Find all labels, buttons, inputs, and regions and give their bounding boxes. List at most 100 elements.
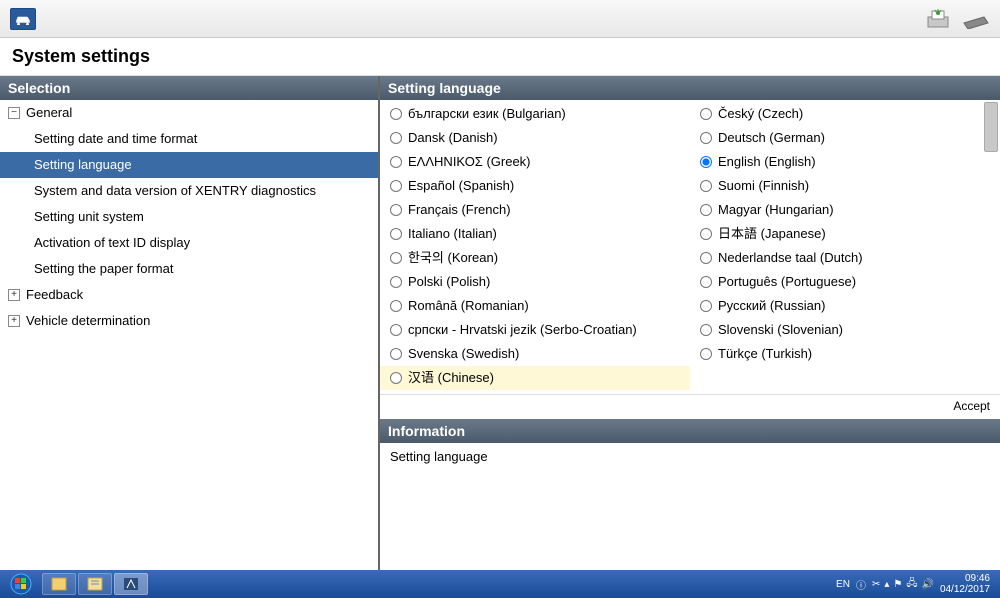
language-radio[interactable]: [390, 372, 402, 384]
language-option[interactable]: Italiano (Italian): [380, 222, 690, 246]
tree-item[interactable]: −General: [0, 100, 378, 126]
language-option[interactable]: Nederlandse taal (Dutch): [690, 246, 1000, 270]
language-radio[interactable]: [390, 252, 402, 264]
language-radio[interactable]: [390, 204, 402, 216]
language-radio[interactable]: [390, 300, 402, 312]
volume-icon[interactable]: 🔊: [921, 579, 933, 590]
tree-item[interactable]: Setting unit system: [0, 204, 378, 230]
network-icon[interactable]: 🖧: [906, 576, 917, 593]
language-area: български език (Bulgarian) Český (Czech) D…: [380, 100, 1000, 394]
expand-icon[interactable]: +: [8, 315, 20, 327]
task-app-3[interactable]: [114, 573, 148, 595]
language-option[interactable]: 日本語 (Japanese): [690, 222, 1000, 246]
language-label: English (English): [718, 153, 816, 171]
scrollbar[interactable]: [984, 102, 998, 152]
language-radio[interactable]: [700, 276, 712, 288]
language-option[interactable]: Русский (Russian): [690, 294, 1000, 318]
language-radio[interactable]: [700, 132, 712, 144]
language-option[interactable]: Slovenski (Slovenian): [690, 318, 1000, 342]
language-radio[interactable]: [390, 180, 402, 192]
tree: −General Setting date and time format Sett…: [0, 100, 378, 570]
tree-item[interactable]: Activation of text ID display: [0, 230, 378, 256]
language-label: ΕΛΛΗΝΙΚΟΣ (Greek): [408, 153, 531, 171]
language-label: български език (Bulgarian): [408, 105, 566, 123]
language-radio[interactable]: [700, 300, 712, 312]
language-label: Český (Czech): [718, 105, 803, 123]
language-radio[interactable]: [700, 156, 712, 168]
language-radio[interactable]: [390, 348, 402, 360]
language-label: Dansk (Danish): [408, 129, 498, 147]
language-label: Deutsch (German): [718, 129, 825, 147]
language-radio[interactable]: [700, 252, 712, 264]
clock[interactable]: 09:46 04/12/2017: [940, 573, 990, 595]
car-icon[interactable]: [10, 8, 36, 30]
language-option[interactable]: Français (French): [380, 198, 690, 222]
left-panel: Selection −General Setting date and time …: [0, 76, 380, 570]
language-grid: български език (Bulgarian) Český (Czech) D…: [380, 100, 1000, 392]
language-radio[interactable]: [390, 228, 402, 240]
language-option[interactable]: ΕΛΛΗΝΙΚΟΣ (Greek): [380, 150, 690, 174]
tree-item[interactable]: +Vehicle determination: [0, 308, 378, 334]
lang-indicator[interactable]: EN: [836, 579, 850, 590]
tree-item[interactable]: System and data version of XENTRY diagno…: [0, 178, 378, 204]
start-button[interactable]: [4, 572, 38, 596]
language-label: Magyar (Hungarian): [718, 201, 834, 219]
accept-button[interactable]: Accept: [953, 399, 990, 413]
tool-icon[interactable]: ✂: [872, 579, 880, 590]
language-option[interactable]: Suomi (Finnish): [690, 174, 1000, 198]
language-option[interactable]: 汉语 (Chinese): [380, 366, 690, 390]
language-option[interactable]: Polski (Polish): [380, 270, 690, 294]
language-option[interactable]: Deutsch (German): [690, 126, 1000, 150]
language-option[interactable]: српски - Hrvatski jezik (Serbo-Croatian): [380, 318, 690, 342]
language-option[interactable]: Český (Czech): [690, 102, 1000, 126]
tree-item-label: Setting date and time format: [34, 130, 197, 148]
language-option[interactable]: Português (Portuguese): [690, 270, 1000, 294]
language-radio[interactable]: [390, 156, 402, 168]
tree-item[interactable]: Setting language: [0, 152, 378, 178]
language-option[interactable]: 한국의 (Korean): [380, 246, 690, 270]
language-option[interactable]: Svenska (Swedish): [380, 342, 690, 366]
expand-icon[interactable]: +: [8, 289, 20, 301]
language-radio[interactable]: [390, 324, 402, 336]
tree-item-label: General: [26, 104, 72, 122]
tree-item[interactable]: Setting the paper format: [0, 256, 378, 282]
language-radio[interactable]: [390, 132, 402, 144]
language-option[interactable]: Dansk (Danish): [380, 126, 690, 150]
flag-icon[interactable]: ⚑: [893, 579, 902, 590]
language-radio[interactable]: [700, 228, 712, 240]
language-option[interactable]: English (English): [690, 150, 1000, 174]
tree-item-label: Feedback: [26, 286, 83, 304]
language-radio[interactable]: [390, 276, 402, 288]
clock-time: 09:46: [940, 573, 990, 584]
tray-chevron[interactable]: ▴: [884, 579, 889, 590]
language-label: српски - Hrvatski jezik (Serbo-Croatian): [408, 321, 637, 339]
scanner-icon[interactable]: [962, 9, 990, 29]
tree-item-label: Activation of text ID display: [34, 234, 190, 252]
language-radio[interactable]: [700, 348, 712, 360]
language-option[interactable]: Română (Romanian): [380, 294, 690, 318]
clock-date: 04/12/2017: [940, 584, 990, 595]
language-label: Português (Portuguese): [718, 273, 856, 291]
language-option[interactable]: Español (Spanish): [380, 174, 690, 198]
tree-item[interactable]: Setting date and time format: [0, 126, 378, 152]
language-radio[interactable]: [700, 324, 712, 336]
main: Selection −General Setting date and time …: [0, 76, 1000, 570]
selection-header: Selection: [0, 76, 378, 100]
language-label: Română (Romanian): [408, 297, 529, 315]
task-app-1[interactable]: [42, 573, 76, 595]
printer-icon[interactable]: [924, 7, 952, 31]
tree-item[interactable]: + Feedback: [0, 282, 378, 308]
language-option[interactable]: Türkçe (Turkish): [690, 342, 1000, 366]
language-radio[interactable]: [700, 204, 712, 216]
language-radio[interactable]: [700, 180, 712, 192]
tree-item-label: Setting language: [34, 156, 132, 174]
language-radio[interactable]: [700, 108, 712, 120]
language-label: Русский (Russian): [718, 297, 825, 315]
language-radio[interactable]: [390, 108, 402, 120]
language-option[interactable]: български език (Bulgarian): [380, 102, 690, 126]
task-icons: [42, 573, 148, 595]
language-option[interactable]: Magyar (Hungarian): [690, 198, 1000, 222]
help-icon[interactable]: ⓘ: [856, 577, 866, 592]
collapse-icon[interactable]: −: [8, 107, 20, 119]
task-app-2[interactable]: [78, 573, 112, 595]
